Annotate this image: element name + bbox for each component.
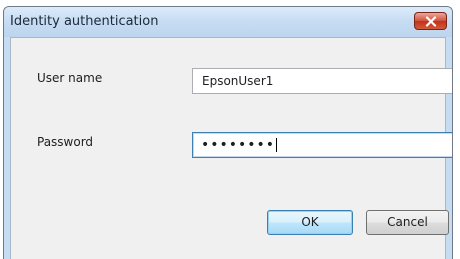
title-bar[interactable]: Identity authentication [4, 7, 452, 37]
password-field[interactable]: •••••••• [192, 132, 452, 158]
close-x-icon [425, 16, 437, 27]
password-label: Password [37, 135, 94, 149]
close-button[interactable] [414, 12, 447, 30]
ok-button[interactable]: OK [267, 210, 353, 235]
dialog-title: Identity authentication [10, 14, 159, 29]
user-name-label: User name [37, 71, 103, 85]
text-caret [276, 138, 278, 152]
identity-authentication-dialog: Identity authentication User name EpsonU… [3, 6, 453, 259]
cancel-button[interactable]: Cancel [366, 210, 449, 235]
password-dots: •••••••• [201, 137, 276, 153]
dialog-body: User name EpsonUser1 Password •••••••• O… [10, 37, 452, 259]
user-name-field[interactable]: EpsonUser1 [192, 68, 452, 94]
